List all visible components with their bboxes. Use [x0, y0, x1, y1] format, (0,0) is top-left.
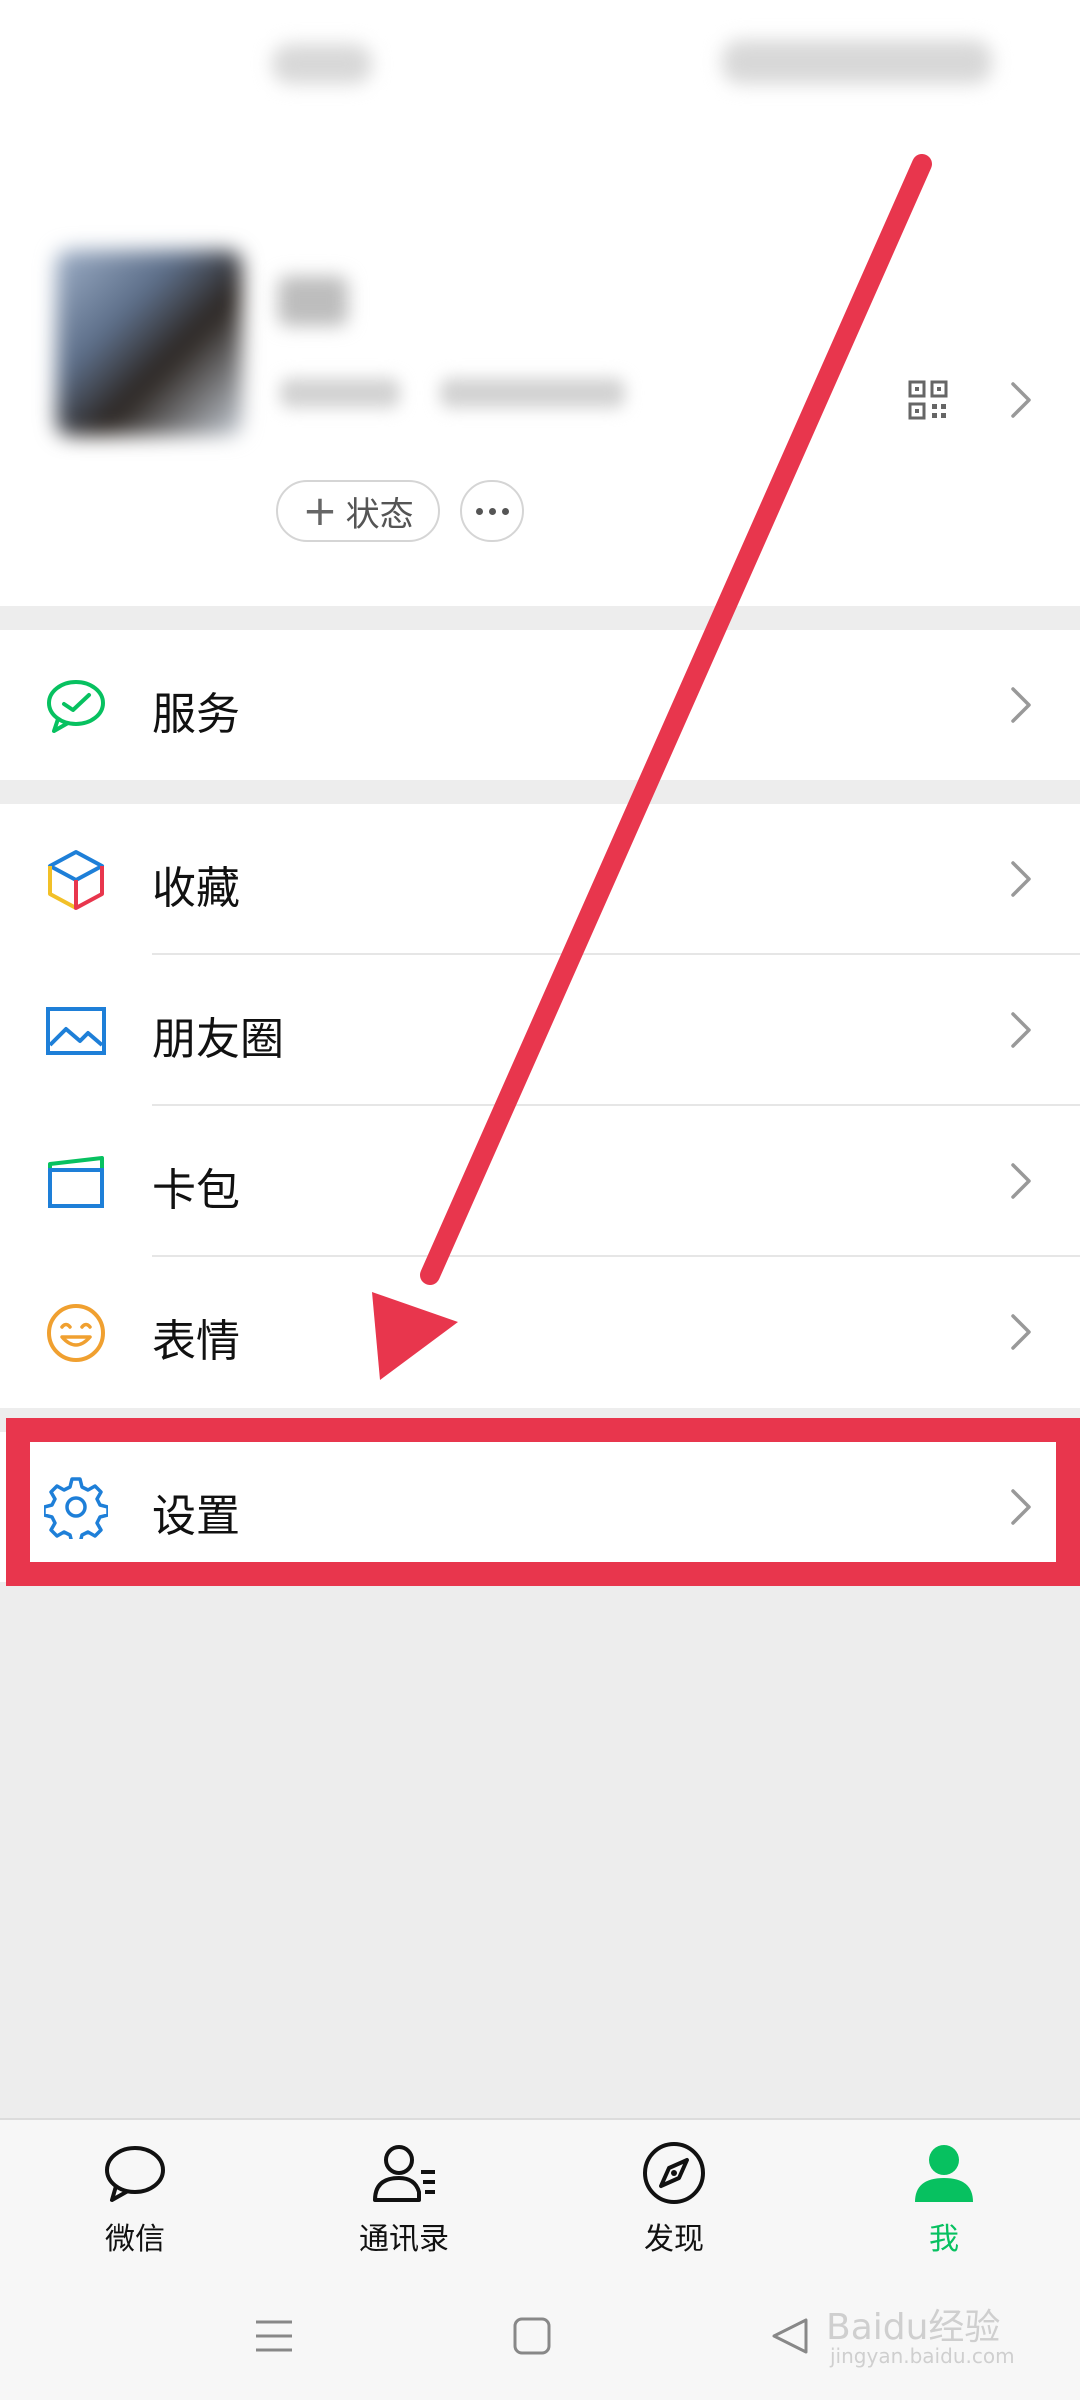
- chevron-right-icon: [1011, 1163, 1031, 1199]
- chevron-right-icon: [1011, 687, 1031, 723]
- menu-label-stickers: 表情: [152, 1316, 240, 1367]
- menu-item-stickers[interactable]: 表情: [0, 1257, 1080, 1408]
- blurred-wechat-id: [440, 378, 625, 408]
- chat-bubble-icon: [105, 2146, 165, 2202]
- blurred-header-right: [722, 40, 992, 84]
- compass-icon: [643, 2142, 705, 2204]
- dot: [488, 507, 496, 515]
- profile-header[interactable]: + 状态: [0, 130, 1080, 606]
- menu-label-moments: 朋友圈: [152, 1014, 284, 1065]
- person-icon: [915, 2145, 973, 2202]
- blurred-wechat-id-label: [280, 378, 400, 408]
- chevron-right-icon: [1011, 1314, 1031, 1350]
- add-status-button[interactable]: + 状态: [276, 480, 440, 542]
- blurred-nickname: [278, 276, 348, 326]
- tab-discover[interactable]: 发现: [594, 2138, 754, 2278]
- menu-label-service: 服务: [152, 689, 240, 740]
- menu-item-moments[interactable]: 朋友圈: [0, 955, 1080, 1106]
- tab-contacts[interactable]: 通讯录: [324, 2138, 484, 2278]
- menu-item-favorites[interactable]: 收藏: [0, 804, 1080, 955]
- status-button-label: 状态: [345, 494, 414, 535]
- back-icon[interactable]: [770, 2316, 810, 2356]
- smiley-icon: [47, 1304, 105, 1362]
- chevron-right-icon: [1011, 382, 1031, 418]
- tab-label: 发现: [644, 2222, 704, 2257]
- home-icon[interactable]: [512, 2316, 552, 2356]
- blurred-header: [0, 0, 1080, 130]
- contacts-icon: [373, 2145, 435, 2202]
- blurred-header-left: [272, 44, 372, 84]
- tab-label: 微信: [105, 2222, 165, 2257]
- tab-label: 通讯录: [359, 2222, 449, 2257]
- plus-icon: +: [302, 486, 338, 535]
- chevron-right-icon: [1011, 1012, 1031, 1048]
- tab-chats[interactable]: 微信: [55, 2138, 215, 2278]
- menu-label-favorites: 收藏: [152, 863, 240, 914]
- moments-picture-icon: [46, 1007, 106, 1055]
- bottom-tab-bar: 微信 通讯录 发现 我: [0, 2118, 1080, 2286]
- menu-item-service[interactable]: 服务: [0, 630, 1080, 780]
- dot: [501, 507, 509, 515]
- settings-highlight-box: [6, 1418, 1080, 1586]
- avatar[interactable]: [56, 250, 242, 436]
- dot: [475, 507, 483, 515]
- menu-item-cards[interactable]: 卡包: [0, 1106, 1080, 1257]
- watermark-url: jingyan.baidu.com: [830, 2344, 1015, 2368]
- more-button[interactable]: [460, 480, 524, 542]
- tab-label: 我: [929, 2222, 959, 2257]
- tab-me[interactable]: 我: [864, 2138, 1024, 2278]
- chevron-right-icon: [1011, 861, 1031, 897]
- qr-code-icon[interactable]: [908, 380, 948, 420]
- recent-apps-icon[interactable]: [254, 2316, 294, 2356]
- menu-label-cards: 卡包: [152, 1165, 240, 1216]
- service-icon: [47, 680, 105, 733]
- favorites-cube-icon: [48, 850, 104, 910]
- baidu-jingyan-watermark: Baidu经验: [826, 2307, 1001, 2348]
- card-wallet-icon: [48, 1156, 104, 1208]
